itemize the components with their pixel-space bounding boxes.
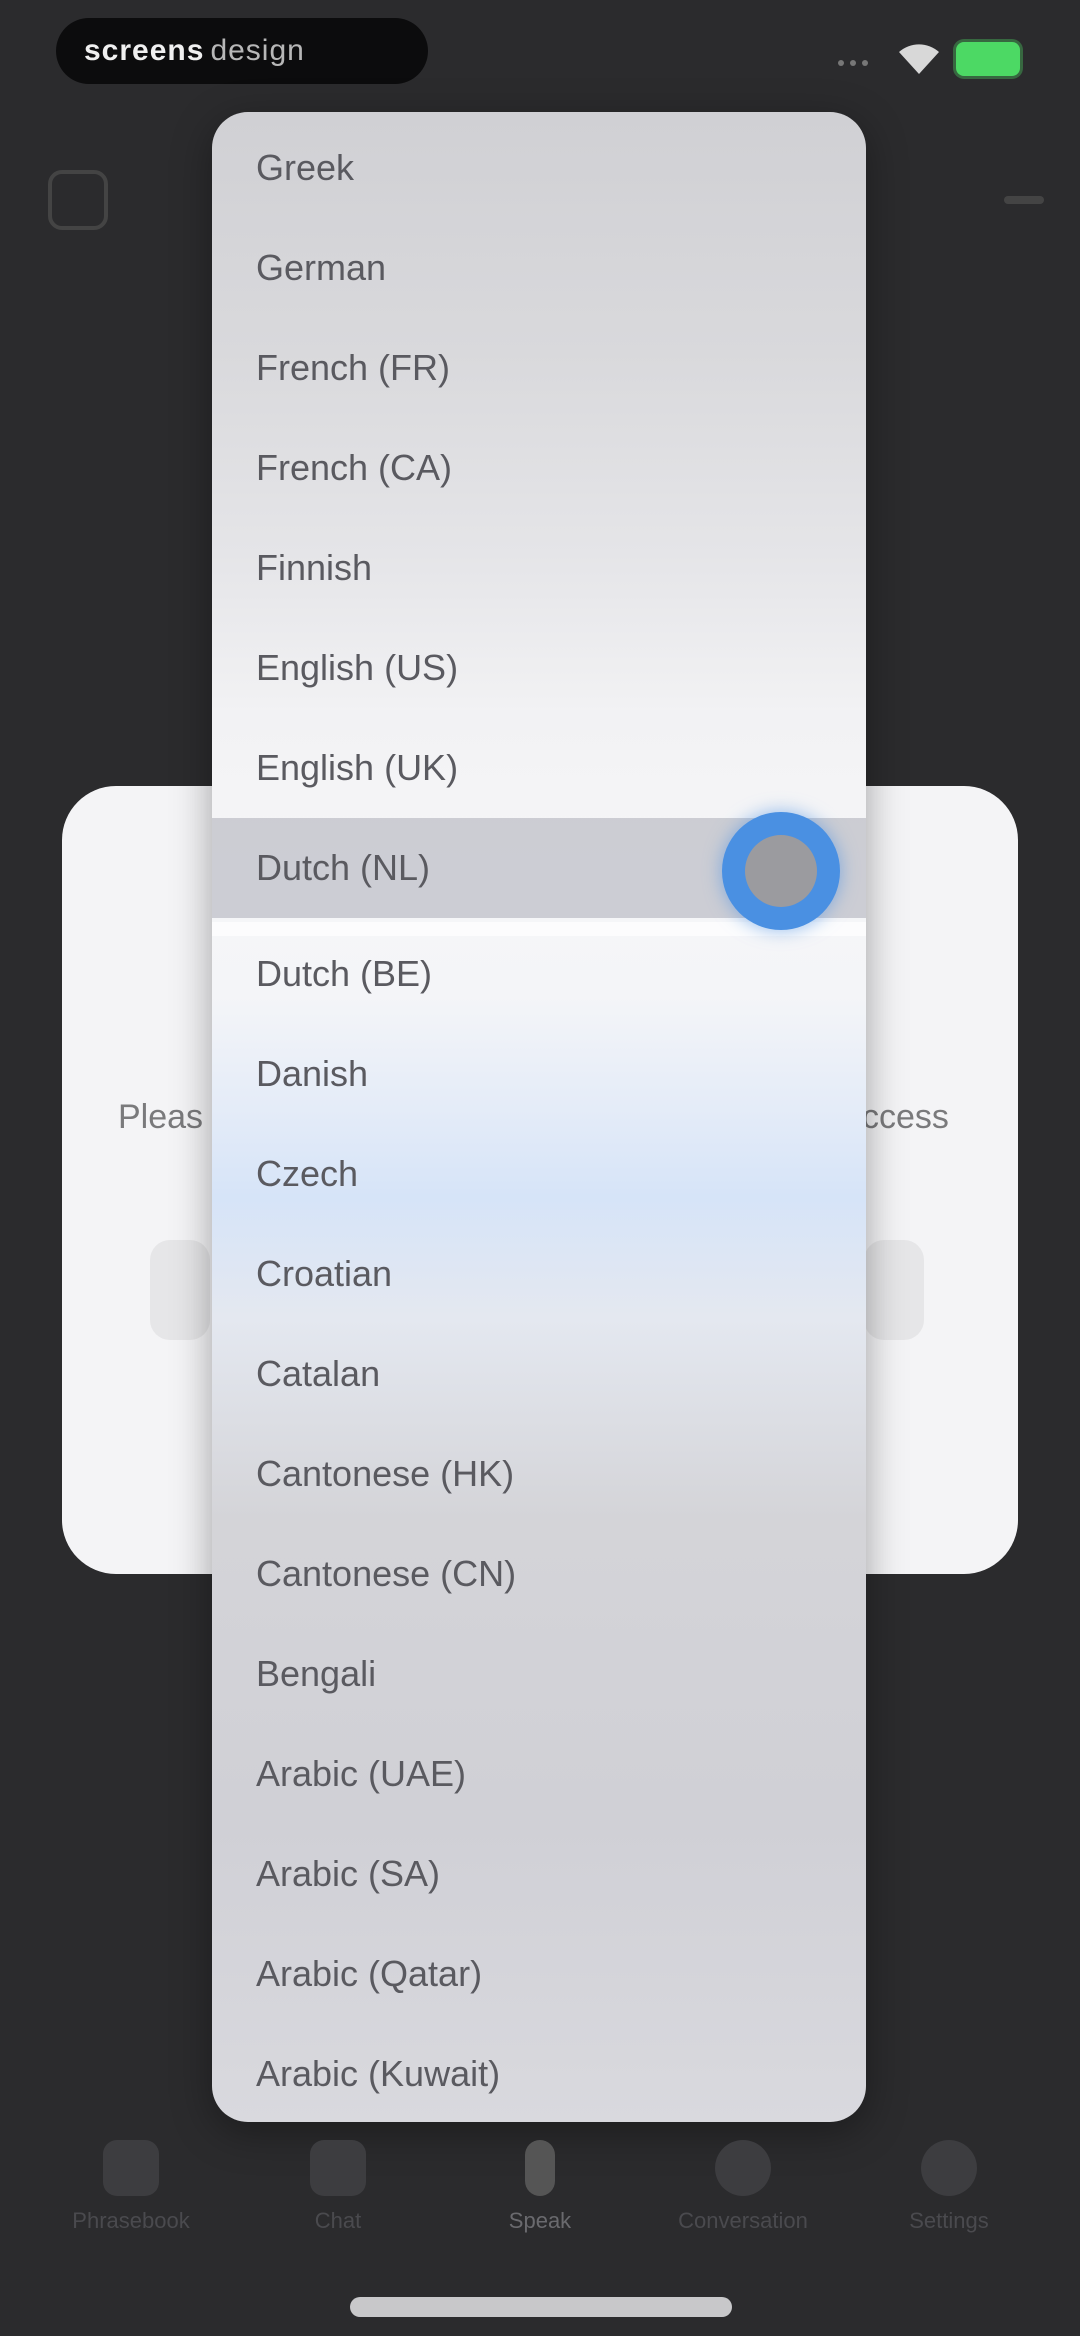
touch-indicator: [722, 812, 840, 930]
tab-phrasebook[interactable]: Phrasebook: [36, 2140, 226, 2260]
menu-item-arabic-qatar[interactable]: Arabic (Qatar): [212, 1924, 866, 2024]
tab-label: Chat: [314, 2208, 362, 2233]
menu-item-english-us[interactable]: English (US): [212, 618, 866, 718]
touch-indicator-core: [745, 835, 817, 907]
menu-item-german[interactable]: German: [212, 218, 866, 318]
tab-bar: Phrasebook Chat Speak Conversation Setti…: [0, 2120, 1080, 2260]
microphone-icon: [525, 2140, 555, 2196]
menu-item-cantonese-hk[interactable]: Cantonese (HK): [212, 1424, 866, 1524]
menu-item-finnish[interactable]: Finnish: [212, 518, 866, 618]
tab-label: Conversation: [678, 2208, 808, 2233]
menu-item-french-ca[interactable]: French (CA): [212, 418, 866, 518]
app-title-light: design: [210, 34, 305, 67]
dialog-text-left: Pleas: [118, 1098, 204, 1136]
menu-item-croatian[interactable]: Croatian: [212, 1224, 866, 1324]
battery-icon: [956, 42, 1020, 76]
menu-item-bengali[interactable]: Bengali: [212, 1624, 866, 1724]
more-icon[interactable]: [1004, 196, 1044, 204]
chat-icon: [310, 2140, 366, 2196]
menu-item-cantonese-cn[interactable]: Cantonese (CN): [212, 1524, 866, 1624]
status-bar: screens design: [0, 0, 1080, 110]
menu-item-arabic-uae[interactable]: Arabic (UAE): [212, 1724, 866, 1824]
menu-item-arabic-sa[interactable]: Arabic (SA): [212, 1824, 866, 1924]
home-indicator[interactable]: [350, 2297, 732, 2317]
screen: screens design Pleas ccess Greek German …: [0, 0, 1080, 2336]
menu-item-danish[interactable]: Danish: [212, 1024, 866, 1124]
tab-settings[interactable]: Settings: [854, 2140, 1044, 2260]
conversation-icon: [715, 2140, 771, 2196]
dialog-text-right: ccess: [862, 1098, 949, 1136]
menu-item-arabic-kuwait[interactable]: Arabic (Kuwait): [212, 2024, 866, 2122]
app-title-pill: screens design: [56, 18, 428, 84]
menu-item-dutch-be[interactable]: Dutch (BE): [212, 924, 866, 1024]
app-title-bold: screens: [84, 34, 205, 67]
book-icon: [103, 2140, 159, 2196]
tab-label: Phrasebook: [72, 2208, 190, 2233]
menu-item-french-fr[interactable]: French (FR): [212, 318, 866, 418]
settings-icon: [921, 2140, 977, 2196]
tab-label: Settings: [909, 2208, 989, 2233]
tab-conversation[interactable]: Conversation: [648, 2140, 838, 2260]
tab-speak[interactable]: Speak: [445, 2140, 635, 2260]
language-dropdown-menu: Greek German French (FR) French (CA) Fin…: [212, 112, 866, 2122]
wifi-icon: [899, 44, 939, 74]
menu-item-english-uk[interactable]: English (UK): [212, 718, 866, 818]
back-icon[interactable]: [48, 170, 108, 230]
menu-item-greek[interactable]: Greek: [212, 118, 866, 218]
tab-chat[interactable]: Chat: [243, 2140, 433, 2260]
signal-icon: [838, 60, 878, 66]
dialog-button-left[interactable]: [150, 1240, 210, 1340]
dialog-button-right[interactable]: [864, 1240, 924, 1340]
menu-item-catalan[interactable]: Catalan: [212, 1324, 866, 1424]
menu-item-czech[interactable]: Czech: [212, 1124, 866, 1224]
tab-label: Speak: [508, 2208, 572, 2233]
